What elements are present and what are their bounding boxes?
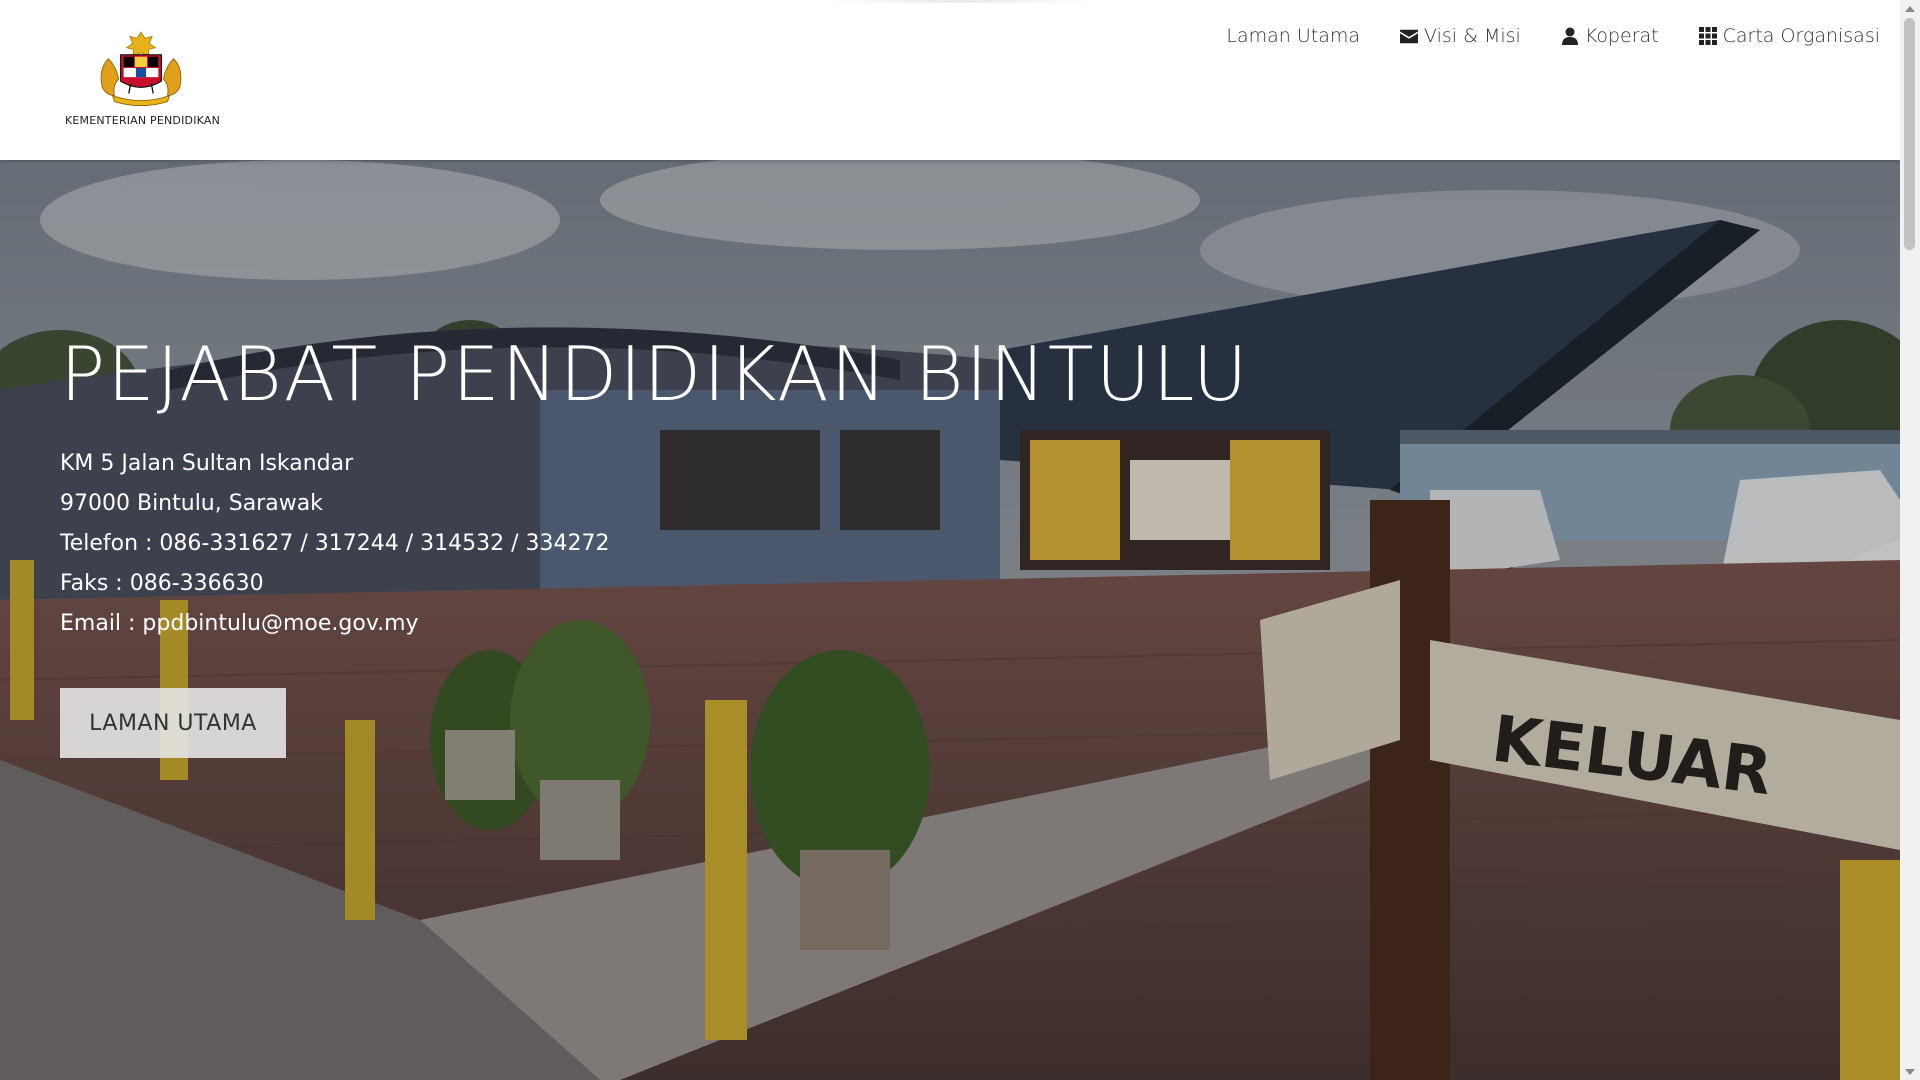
page-scrollbar[interactable] [1900,0,1920,1080]
nav-carta-organisasi[interactable]: Carta Organisasi [1698,25,1880,47]
envelope-icon [1400,29,1419,44]
arrow-up-icon [1905,5,1915,12]
logo-caption: KEMENTERIAN PENDIDIKAN [64,114,221,127]
phone-line: Telefon : 086-331627 / 317244 / 314532 /… [60,531,610,556]
address-line-2: 97000 Bintulu, Sarawak [60,491,323,516]
fax-line: Faks : 086-336630 [60,571,264,596]
arrow-down-icon [1905,1068,1915,1075]
scroll-up-button[interactable] [1900,0,1920,17]
address-line-1: KM 5 Jalan Sultan Iskandar [60,451,354,476]
grid-icon [1698,27,1717,45]
site-header: KEMENTERIAN PENDIDIKAN Laman Utama Visi … [0,0,1900,160]
nav-label: Visi & Misi [1424,25,1521,47]
nav-label: Laman Utama [1226,25,1361,47]
user-icon [1561,27,1578,45]
nav-laman-utama[interactable]: Laman Utama [1226,25,1360,47]
top-divider [820,0,1100,3]
nav-koperat[interactable]: Koperat [1561,25,1659,47]
laman-utama-button[interactable]: LAMAN UTAMA [60,688,286,758]
ministry-logo[interactable]: KEMENTERIAN PENDIDIKAN [60,28,225,130]
nav-visi-misi[interactable]: Visi & Misi [1400,25,1521,47]
nav-label: Koperat [1584,25,1659,47]
nav-label: Carta Organisasi [1722,25,1880,47]
hero-section: KELUAR PEJABAT PENDIDIKAN BINTULU KM 5 J… [0,160,1900,1080]
main-nav: Laman Utama Visi & Misi Koperat Carta Or… [1226,22,1880,50]
scroll-thumb[interactable] [1904,18,1915,250]
scroll-down-button[interactable] [1900,1063,1920,1080]
page-title: PEJABAT PENDIDIKAN BINTULU [60,330,1250,418]
coat-of-arms-icon [100,31,182,107]
email-line: Email : ppdbintulu@moe.gov.my [60,611,419,636]
